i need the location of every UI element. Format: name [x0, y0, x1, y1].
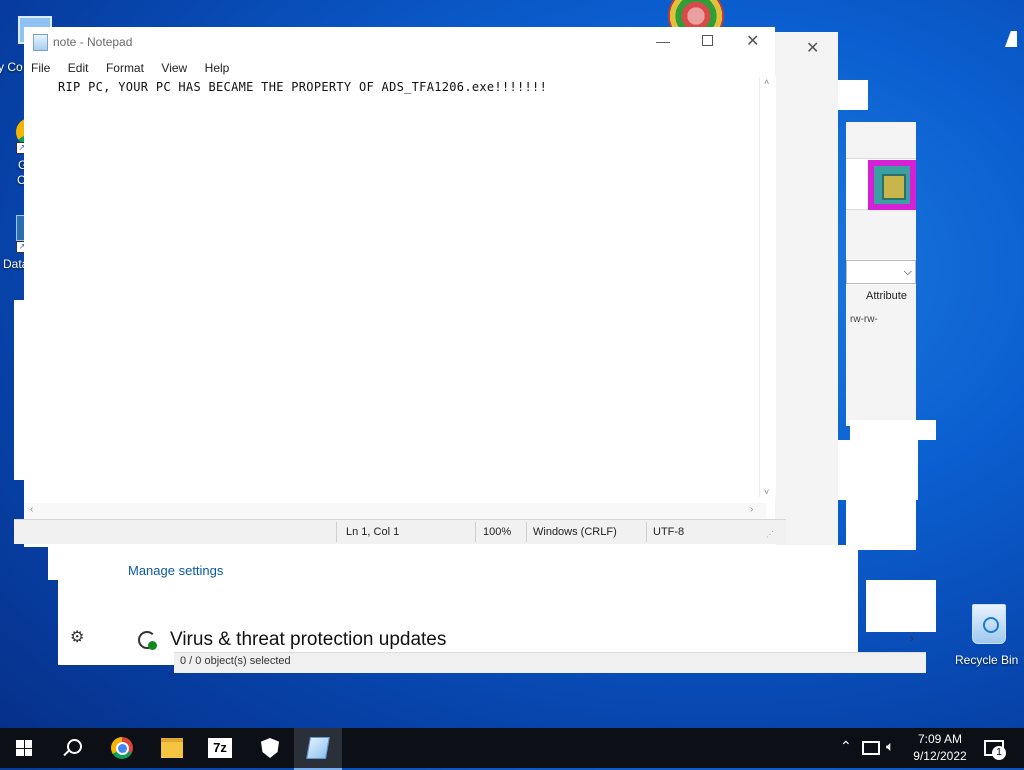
scroll-right-icon[interactable]: ›: [750, 504, 753, 515]
network-icon[interactable]: [862, 741, 880, 755]
glitch-fragment: [866, 580, 936, 632]
notepad-text-area[interactable]: RIP PC, YOUR PC HAS BECAME THE PROPERTY …: [58, 80, 547, 94]
scroll-right-icon[interactable]: ›: [910, 631, 914, 645]
scroll-up-icon[interactable]: ˄: [764, 77, 769, 87]
glitch-fragment: [846, 500, 916, 550]
shield-icon: [261, 738, 279, 758]
menu-help[interactable]: Help: [205, 61, 230, 75]
glitch-fragment: [838, 80, 868, 110]
cursor-position: Ln 1, Col 1: [346, 526, 400, 538]
desktop-icon-label: y Co: [0, 60, 23, 74]
notepad-app-icon: [33, 34, 48, 51]
scroll-down-icon[interactable]: ˅: [764, 487, 769, 497]
taskbar-file-explorer[interactable]: [148, 728, 196, 768]
section-title: Virus & threat protection updates: [170, 629, 447, 650]
recycle-bin-label: Recycle Bin: [955, 653, 1019, 667]
clock-time[interactable]: 7:09 AM: [916, 732, 964, 746]
taskbar: 7z ⌃ 🔈︎ 7:09 AM 9/12/2022 1: [0, 728, 1024, 770]
taskbar-chrome[interactable]: [98, 728, 146, 768]
taskbar-7zip[interactable]: 7z: [196, 728, 244, 768]
dropdown-chevron-icon[interactable]: ⌵: [846, 260, 916, 284]
line-ending: Windows (CRLF): [533, 526, 617, 538]
mouse-cursor-icon: [1005, 31, 1023, 47]
close-icon[interactable]: ✕: [806, 38, 819, 58]
start-button[interactable]: [0, 728, 48, 768]
search-button[interactable]: [48, 728, 96, 768]
attribute-value: rw-rw-: [850, 314, 878, 325]
notepad-window: note - Notepad — ✕ File Edit Format View…: [24, 27, 776, 547]
horizontal-scrollbar[interactable]: ‹ ›: [24, 503, 766, 519]
windows-logo-icon: [16, 740, 32, 756]
notepad-status-bar: Ln 1, Col 1 100% Windows (CRLF) UTF-8 ⋰: [14, 519, 786, 544]
clock-date[interactable]: 9/12/2022: [910, 749, 970, 763]
menu-file[interactable]: File: [31, 61, 50, 75]
glitch-fragment: [838, 440, 918, 500]
scroll-left-icon[interactable]: ‹: [30, 504, 33, 515]
notepad-title-bar[interactable]: note - Notepad — ✕: [24, 27, 775, 57]
manage-settings-link[interactable]: Manage settings: [128, 563, 223, 578]
zoom-level: 100%: [483, 526, 512, 538]
taskbar-notepad[interactable]: [294, 728, 342, 770]
desktop-icon-recycle-bin[interactable]: Recycle Bin: [948, 598, 1024, 674]
attribute-column-header[interactable]: Attribute: [866, 290, 907, 302]
show-hidden-icons-chevron-icon[interactable]: ⌃: [840, 738, 852, 755]
chrome-icon: [111, 737, 133, 759]
action-center-button[interactable]: 1: [980, 736, 1008, 760]
selection-status: 0 / 0 object(s) selected: [180, 655, 291, 667]
search-icon: [62, 738, 82, 756]
minimize-icon[interactable]: —: [656, 33, 670, 49]
window-title: note - Notepad: [53, 35, 133, 49]
volume-icon[interactable]: 🔈︎: [886, 738, 894, 755]
check-badge-icon: [148, 641, 157, 650]
settings-gear-icon[interactable]: ⚙: [70, 627, 84, 647]
7zip-icon: 7z: [208, 738, 232, 758]
close-icon[interactable]: ✕: [746, 31, 759, 51]
recycle-bin-icon: [972, 604, 1006, 644]
folder-icon: [161, 738, 183, 758]
notification-count-badge: 1: [992, 746, 1006, 760]
vertical-scrollbar[interactable]: ˄ ˅: [759, 77, 776, 497]
notepad-menu-bar: File Edit Format View Help: [31, 59, 242, 77]
taskbar-windows-security[interactable]: [246, 728, 294, 768]
menu-view[interactable]: View: [161, 61, 187, 75]
colorful-app-icon: [868, 160, 916, 210]
windows-security-panel: Manage settings ⚙ Virus & threat protect…: [58, 545, 858, 665]
encoding: UTF-8: [653, 526, 685, 538]
maximize-icon[interactable]: [702, 35, 713, 46]
resize-grip-icon[interactable]: ⋰: [766, 530, 774, 539]
glitch-fragment: [850, 420, 936, 440]
menu-format[interactable]: Format: [106, 61, 144, 75]
menu-edit[interactable]: Edit: [68, 61, 89, 75]
explorer-statusbar: 0 / 0 object(s) selected ›: [174, 631, 926, 673]
notepad-icon: [306, 737, 330, 759]
